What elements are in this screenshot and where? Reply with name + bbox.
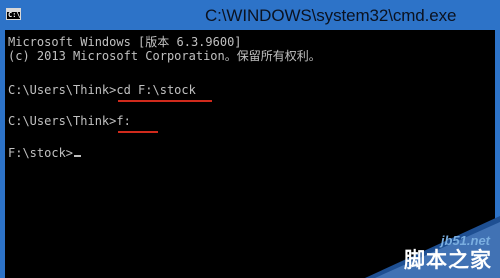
- console-line-prompt: F:\stock>: [8, 146, 82, 160]
- window-title: C:\WINDOWS\system32\cmd.exe: [205, 6, 457, 25]
- console-line-version: Microsoft Windows [版本 6.3.9600]: [8, 35, 242, 49]
- watermark-name: 脚本之家: [404, 248, 492, 272]
- command-prompt-icon[interactable]: C:\: [6, 8, 21, 20]
- title-bar[interactable]: C:\ C:\WINDOWS\system32\cmd.exe: [0, 0, 500, 30]
- console-line-drive-switch: C:\Users\Think>f:: [8, 114, 131, 128]
- console-line-cd-command: C:\Users\Think>cd F:\stock: [8, 83, 196, 97]
- watermark: jb51.net 脚本之家: [365, 216, 500, 278]
- prompt-text: F:\stock>: [8, 146, 74, 160]
- cmd-window: C:\ C:\WINDOWS\system32\cmd.exe Microsof…: [0, 0, 500, 278]
- console-line-copyright: (c) 2013 Microsoft Corporation。保留所有权利。: [8, 49, 321, 63]
- red-underline-drive: [118, 131, 158, 133]
- red-underline-cd: [118, 100, 212, 102]
- text-cursor: [74, 155, 82, 157]
